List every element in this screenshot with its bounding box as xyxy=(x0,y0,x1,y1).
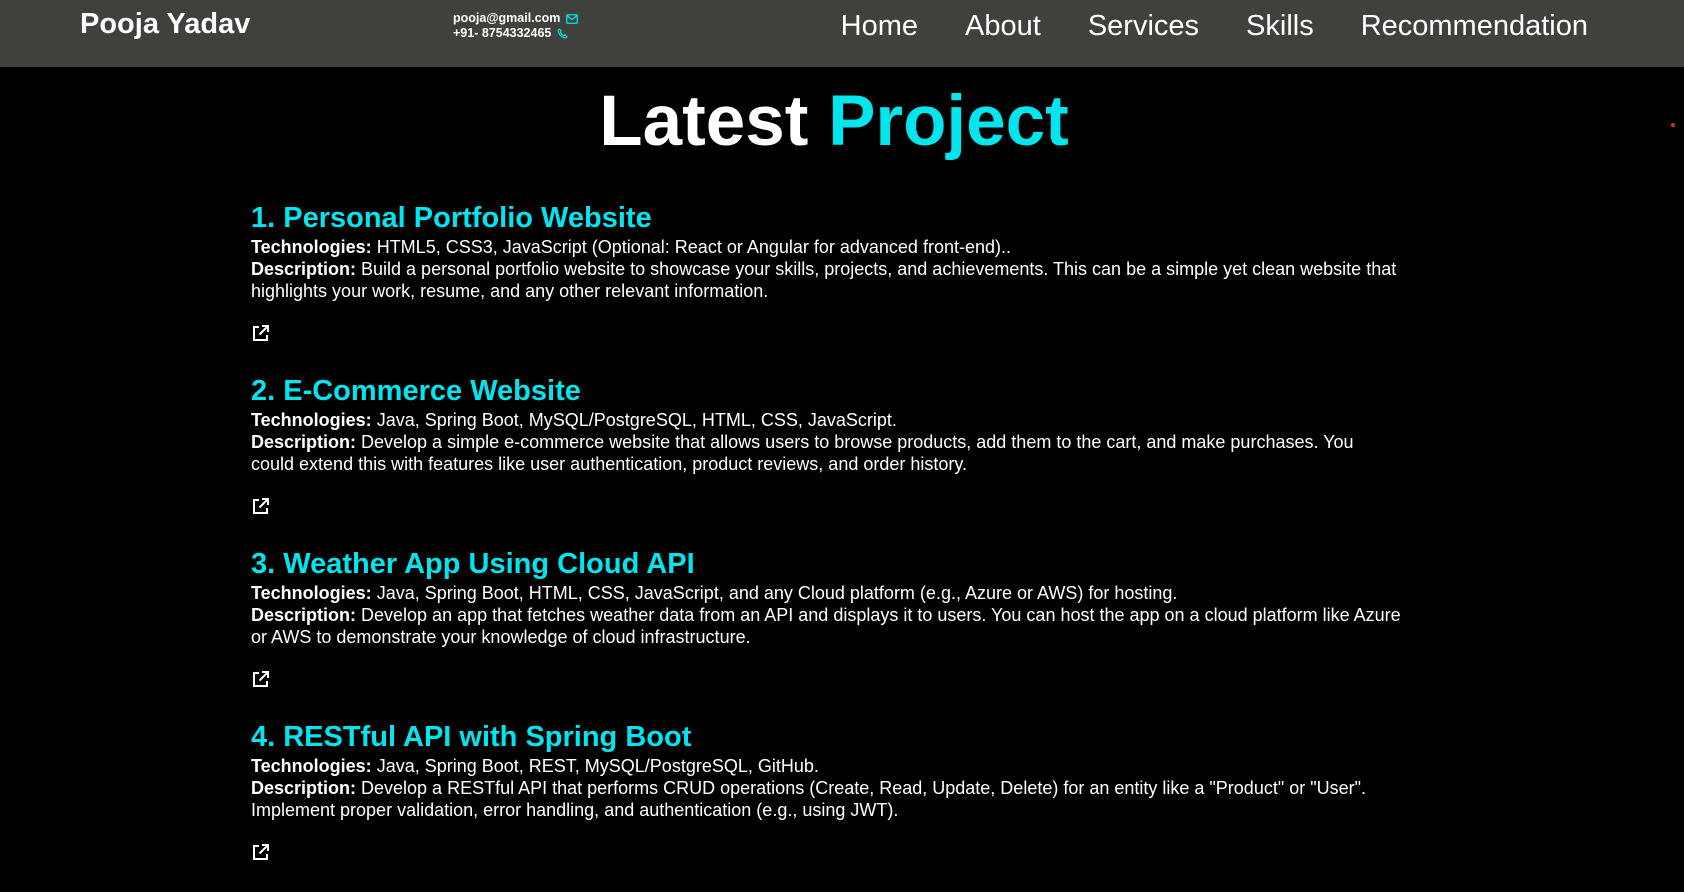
technologies-label: Technologies: xyxy=(251,237,372,257)
project-title: 4. RESTful API with Spring Boot xyxy=(251,721,692,753)
brand-logo[interactable]: Pooja Yadav xyxy=(80,8,250,41)
description-label: Description: xyxy=(251,432,357,452)
description-label: Description: xyxy=(251,259,357,279)
technologies-label: Technologies: xyxy=(251,583,372,603)
phone-icon xyxy=(557,28,568,39)
contact-phone[interactable]: +91- 8754332465 xyxy=(453,26,551,41)
project-item: 3. Weather App Using Cloud API Technolog… xyxy=(251,546,1401,694)
description-value: Develop a RESTful API that performs CRUD… xyxy=(251,778,1367,820)
description-value: Build a personal portfolio website to sh… xyxy=(251,259,1397,301)
envelope-icon xyxy=(566,13,579,24)
project-description: Description: Develop an app that fetches… xyxy=(251,604,1401,648)
nav-recommendation[interactable]: Recommendation xyxy=(1361,9,1588,43)
contact-email-row: pooja@gmail.com xyxy=(453,11,579,26)
project-title: 1. Personal Portfolio Website xyxy=(251,202,652,234)
section-title-accent: Project xyxy=(828,82,1069,161)
project-title: 2. E-Commerce Website xyxy=(251,375,581,407)
technologies-label: Technologies: xyxy=(251,756,372,776)
description-value: Develop a simple e-commerce website that… xyxy=(251,432,1354,474)
description-value: Develop an app that fetches weather data… xyxy=(251,605,1401,647)
project-title: 3. Weather App Using Cloud API xyxy=(251,548,695,580)
project-item: 2. E-Commerce Website Technologies: Java… xyxy=(251,373,1401,521)
project-technologies: Technologies: Java, Spring Boot, MySQL/P… xyxy=(251,409,1401,431)
nav-skills[interactable]: Skills xyxy=(1246,9,1314,43)
section-title: Latest Project xyxy=(0,82,1668,162)
project-item: 1. Personal Portfolio Website Technologi… xyxy=(251,200,1401,348)
description-label: Description: xyxy=(251,605,357,625)
section-title-main: Latest xyxy=(599,82,809,161)
external-link-icon[interactable] xyxy=(251,324,270,343)
project-technologies: Technologies: Java, Spring Boot, REST, M… xyxy=(251,755,1401,777)
description-label: Description: xyxy=(251,778,357,798)
cursor-dot xyxy=(1671,123,1675,127)
technologies-value: HTML5, CSS3, JavaScript (Optional: React… xyxy=(371,237,1011,257)
technologies-value: Java, Spring Boot, HTML, CSS, JavaScript… xyxy=(371,583,1178,603)
project-list: 1. Personal Portfolio Website Technologi… xyxy=(251,200,1401,892)
project-description: Description: Develop a RESTful API that … xyxy=(251,777,1401,821)
nav-services[interactable]: Services xyxy=(1088,9,1199,43)
contact-info: pooja@gmail.com +91- 8754332465 xyxy=(453,11,579,41)
technologies-label: Technologies: xyxy=(251,410,372,430)
contact-phone-row: +91- 8754332465 xyxy=(453,26,578,41)
main-nav: Home About Services Skills Recommendatio… xyxy=(841,9,1588,43)
external-link-icon[interactable] xyxy=(251,670,270,689)
project-item: 4. RESTful API with Spring Boot Technolo… xyxy=(251,719,1401,867)
project-technologies: Technologies: Java, Spring Boot, HTML, C… xyxy=(251,582,1401,604)
external-link-icon[interactable] xyxy=(251,497,270,516)
technologies-value: Java, Spring Boot, REST, MySQL/PostgreSQ… xyxy=(371,756,819,776)
nav-about[interactable]: About xyxy=(965,9,1041,43)
nav-home[interactable]: Home xyxy=(841,9,918,43)
contact-email[interactable]: pooja@gmail.com xyxy=(453,11,560,26)
project-description: Description: Develop a simple e-commerce… xyxy=(251,431,1401,475)
project-technologies: Technologies: HTML5, CSS3, JavaScript (O… xyxy=(251,236,1401,258)
project-description: Description: Build a personal portfolio … xyxy=(251,258,1401,302)
technologies-value: Java, Spring Boot, MySQL/PostgreSQL, HTM… xyxy=(371,410,897,430)
navbar: Pooja Yadav pooja@gmail.com +91- 8754332… xyxy=(0,0,1684,67)
